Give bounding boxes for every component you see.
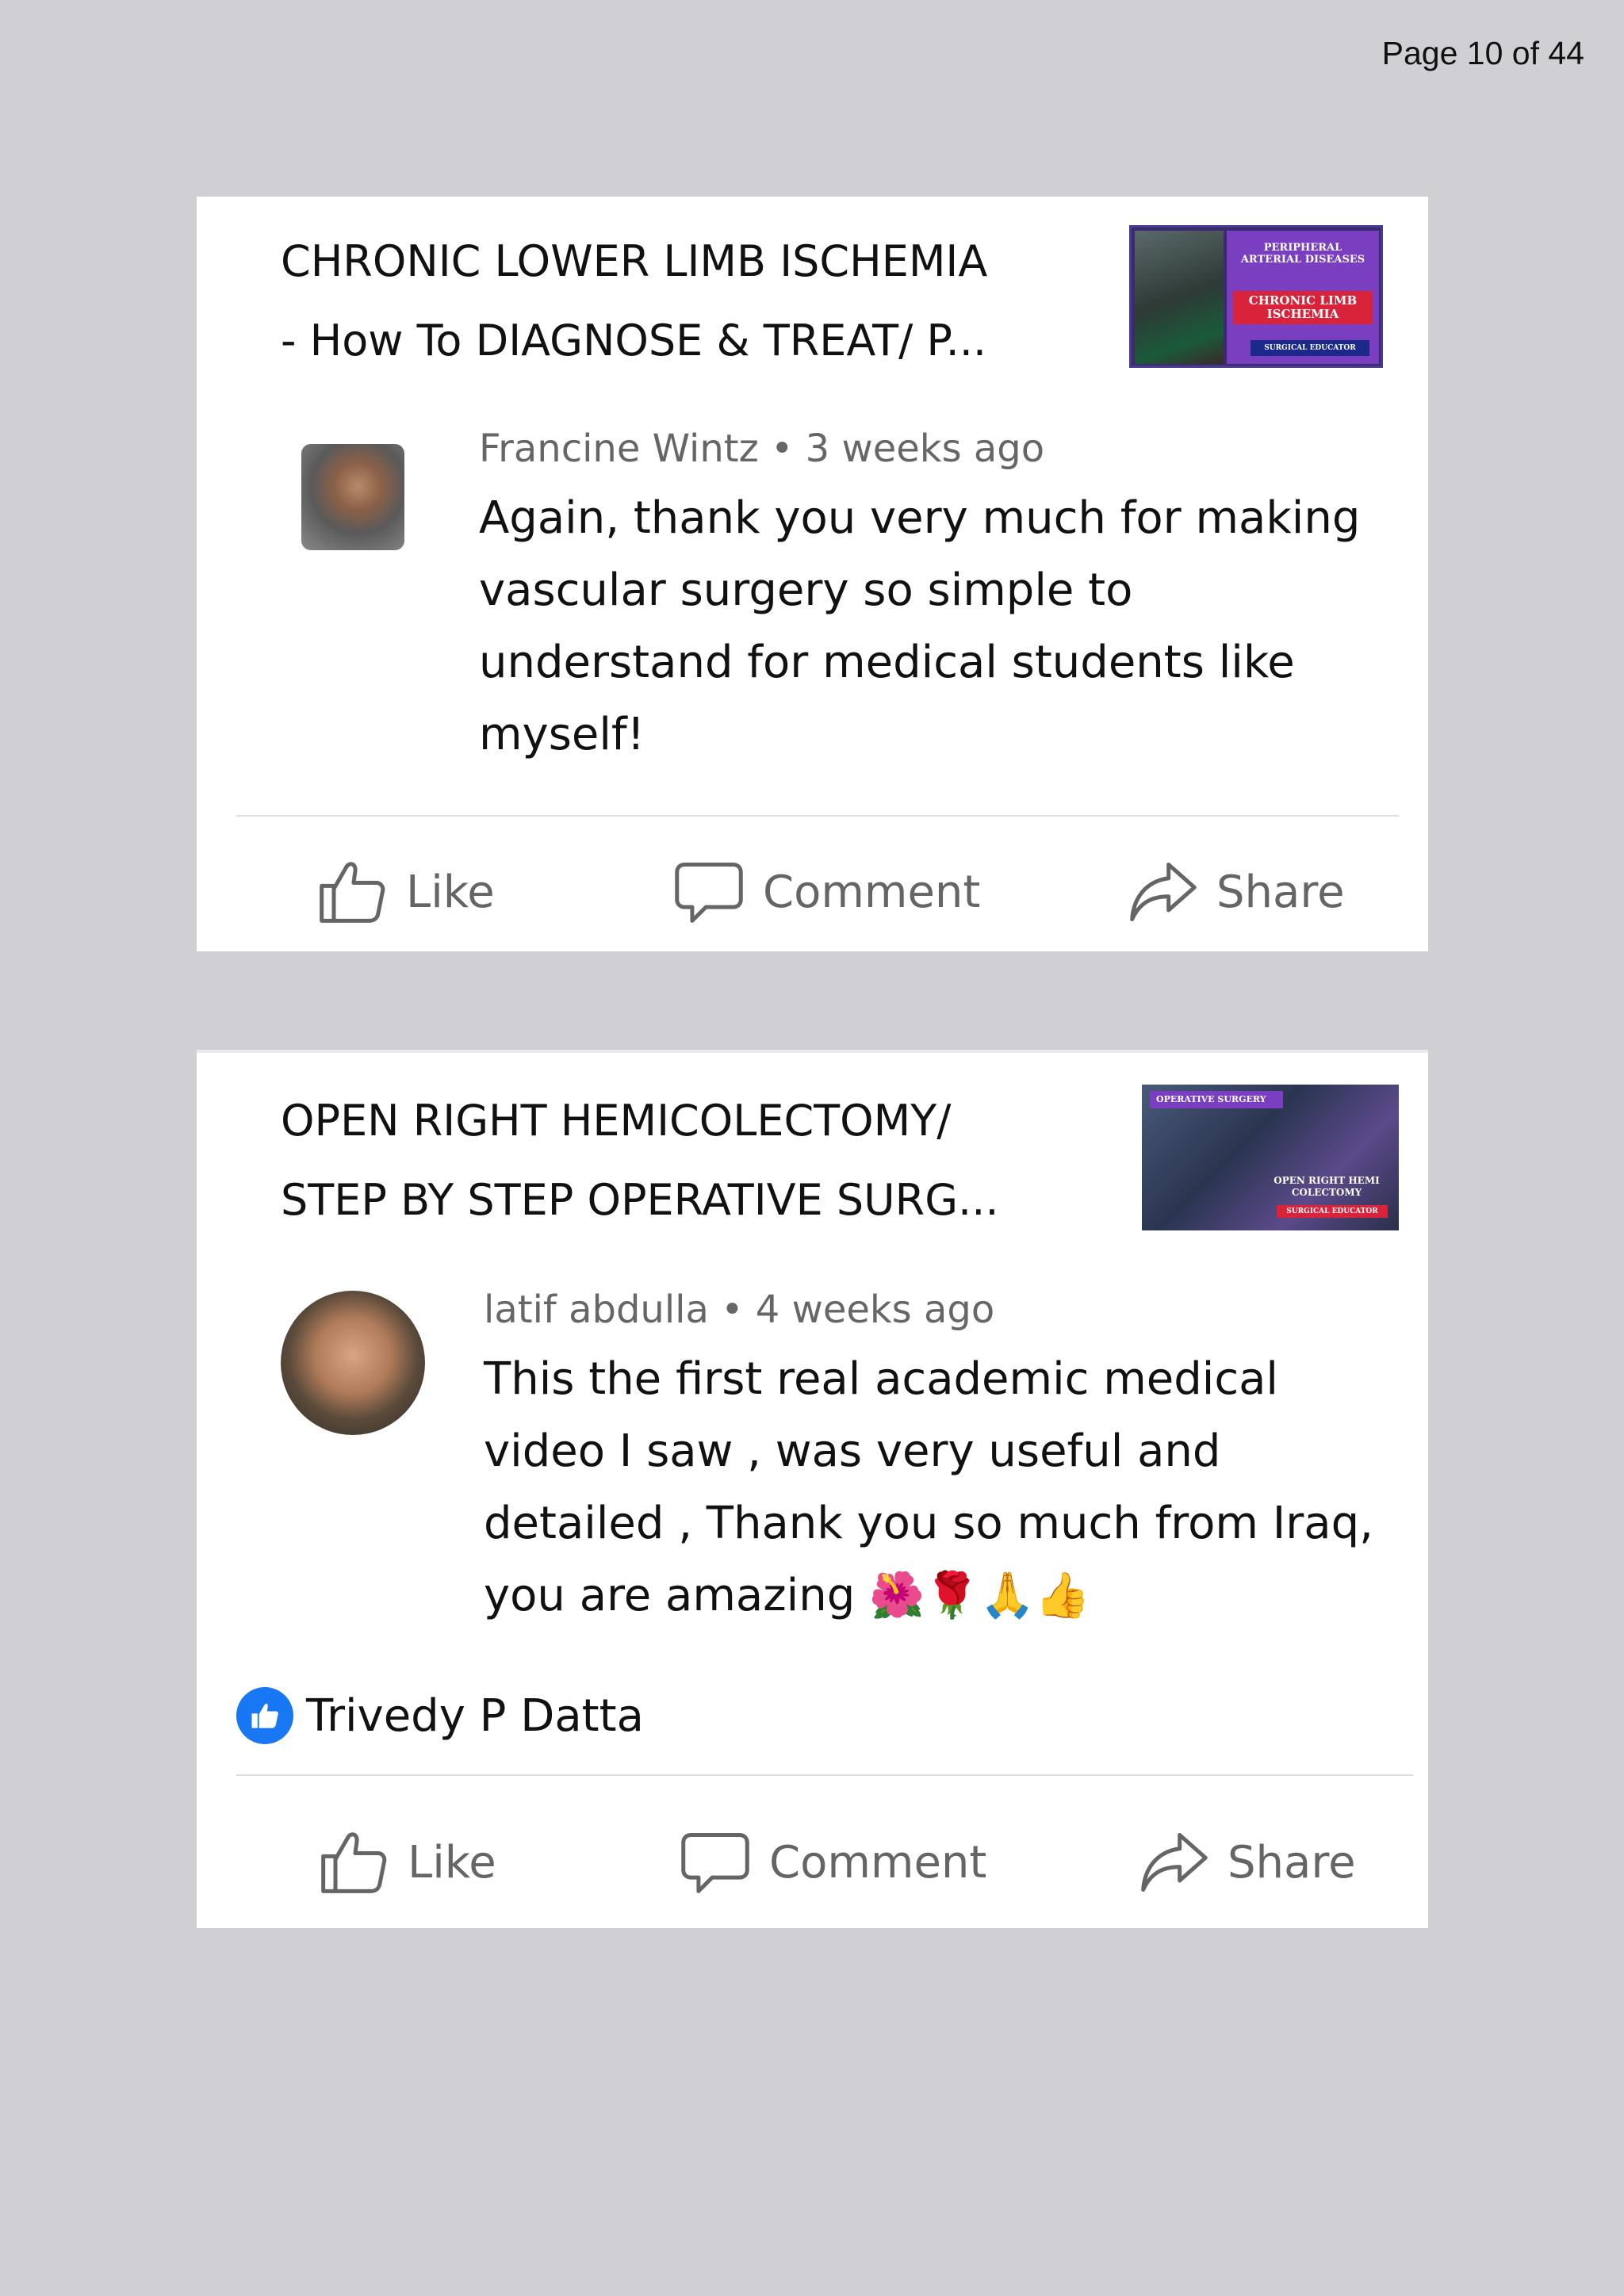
comment-text: Again, thank you very much for making va… xyxy=(479,492,1361,760)
share-arrow-icon xyxy=(1137,1826,1210,1899)
video-title[interactable]: CHRONIC LOWER LIMB ISCHEMIA - How To DIA… xyxy=(281,222,1074,381)
like-label: Like xyxy=(406,866,495,918)
video-title[interactable]: OPEN RIGHT HEMICOLECTOMY/ STEP BY STEP O… xyxy=(281,1081,1074,1240)
divider xyxy=(236,815,1399,817)
meta-separator: • xyxy=(721,1288,756,1332)
comment-label: Comment xyxy=(769,1836,987,1888)
thumbnail-text: SURGICAL EDUCATOR xyxy=(1251,340,1369,356)
comment-time: 3 weeks ago xyxy=(805,427,1045,471)
action-bar: Like Comment Share xyxy=(197,848,1428,943)
comment-time: 4 weeks ago xyxy=(755,1288,995,1332)
comment-card: CHRONIC LOWER LIMB ISCHEMIA - How To DIA… xyxy=(197,197,1428,951)
speech-bubble-icon xyxy=(679,1826,752,1899)
meta-separator: • xyxy=(771,427,806,471)
video-title-line: - How To DIAGNOSE & TREAT/ P... xyxy=(281,316,987,365)
comment-card: OPEN RIGHT HEMICOLECTOMY/ STEP BY STEP O… xyxy=(197,1050,1428,1928)
video-title-line: CHRONIC LOWER LIMB ISCHEMIA xyxy=(281,236,988,286)
like-button[interactable]: Like xyxy=(316,848,495,936)
divider xyxy=(236,1774,1413,1776)
like-button[interactable]: Like xyxy=(317,1819,496,1906)
share-button[interactable]: Share xyxy=(1137,1819,1356,1906)
comment-text: This the first real academic medical vid… xyxy=(484,1353,1373,1621)
avatar[interactable] xyxy=(301,444,404,550)
liked-by[interactable]: Trivedy P Datta xyxy=(236,1687,644,1744)
video-title-line: STEP BY STEP OPERATIVE SURG... xyxy=(281,1175,999,1225)
share-label: Share xyxy=(1228,1836,1356,1888)
blue-like-badge-icon xyxy=(236,1687,293,1744)
comment-author[interactable]: latif abdulla xyxy=(484,1288,709,1332)
thumbnail-text: SURGICAL EDUCATOR xyxy=(1277,1205,1388,1218)
comment-label: Comment xyxy=(763,866,981,918)
thumbnail-photo xyxy=(1135,231,1224,364)
liker-name: Trivedy P Datta xyxy=(306,1689,644,1742)
thumbnail-text: CHRONIC LIMB ISCHEMIA xyxy=(1233,291,1373,324)
share-label: Share xyxy=(1216,866,1345,918)
like-label: Like xyxy=(408,1836,496,1888)
video-title-line: OPEN RIGHT HEMICOLECTOMY/ xyxy=(281,1096,952,1146)
comment-button[interactable]: Comment xyxy=(672,848,980,936)
thumbs-up-icon xyxy=(316,855,389,928)
action-bar: Like Comment Share xyxy=(197,1819,1428,1914)
share-arrow-icon xyxy=(1126,855,1199,928)
avatar[interactable] xyxy=(281,1291,425,1435)
speech-bubble-icon xyxy=(672,855,745,928)
thumbs-up-icon xyxy=(317,1826,390,1899)
comment-button[interactable]: Comment xyxy=(679,1819,986,1906)
comment-author[interactable]: Francine Wintz xyxy=(479,427,759,471)
comment-meta: latif abdulla • 4 weeks ago xyxy=(484,1288,994,1332)
video-thumbnail[interactable]: PERIPHERAL ARTERIAL DISEASES CHRONIC LIM… xyxy=(1129,225,1383,368)
thumbnail-text: OPERATIVE SURGERY xyxy=(1150,1091,1283,1108)
thumbnail-text: OPEN RIGHT HEMI COLECTOMY xyxy=(1274,1175,1380,1198)
video-thumbnail[interactable]: OPERATIVE SURGERY OPEN RIGHT HEMI COLECT… xyxy=(1142,1085,1399,1230)
page-number: Page 10 of 44 xyxy=(1381,35,1584,71)
share-button[interactable]: Share xyxy=(1126,848,1345,936)
thumbnail-text: PERIPHERAL ARTERIAL DISEASES xyxy=(1240,242,1365,266)
comment-meta: Francine Wintz • 3 weeks ago xyxy=(479,427,1044,471)
